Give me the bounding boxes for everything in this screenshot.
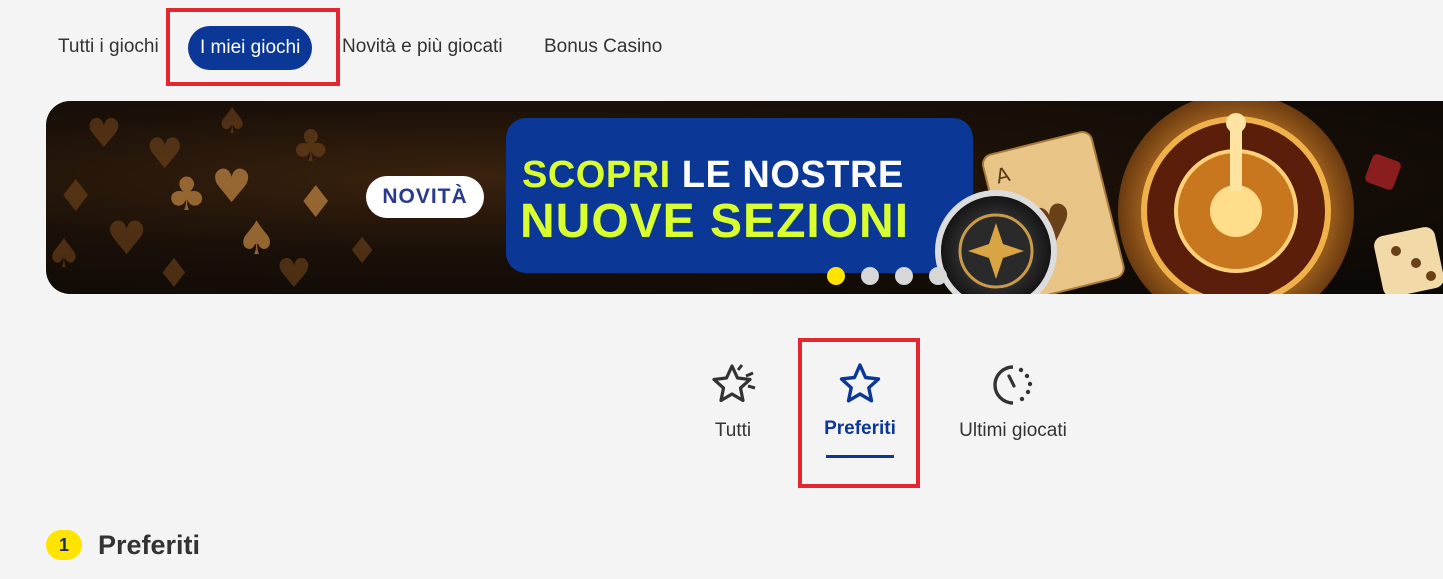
highlight-box-tab bbox=[166, 8, 340, 86]
carousel-dot[interactable] bbox=[861, 267, 879, 285]
stars-icon bbox=[712, 364, 756, 403]
carousel-dot[interactable] bbox=[929, 267, 947, 285]
tab-tutti-i-giochi[interactable]: Tutti i giochi bbox=[58, 24, 159, 70]
subtab-ultimi-giocati[interactable]: Ultimi giocati bbox=[950, 362, 1076, 442]
promo-banner[interactable]: ♥ ♥ ♠ ♣ ♦ ♣ ♥ ♦ ♥ ♠ ♠ ♦ ♥ ♦ NOVITÀ SCOPR… bbox=[46, 101, 1443, 294]
clock-history-icon bbox=[993, 365, 1033, 405]
casino-chip-icon bbox=[935, 190, 1057, 294]
carousel-dot[interactable] bbox=[827, 267, 845, 285]
dice-icon bbox=[1365, 154, 1443, 294]
casino-artwork: A ♥ bbox=[935, 101, 1443, 294]
tab-novita-e-piu-giocati[interactable]: Novità e più giocati bbox=[342, 24, 503, 70]
favorites-count-badge: 1 bbox=[46, 530, 82, 560]
highlight-box-subtab bbox=[798, 338, 920, 488]
section-title: Preferiti bbox=[98, 530, 201, 560]
roulette-wheel-icon bbox=[1118, 101, 1354, 294]
carousel-dot[interactable] bbox=[895, 267, 913, 285]
subtab-tutti[interactable]: Tutti bbox=[700, 362, 766, 442]
subtab-label: Tutti bbox=[714, 420, 752, 441]
tab-bonus-casino[interactable]: Bonus Casino bbox=[544, 24, 662, 70]
subtab-label: Ultimi giocati bbox=[959, 420, 1067, 441]
